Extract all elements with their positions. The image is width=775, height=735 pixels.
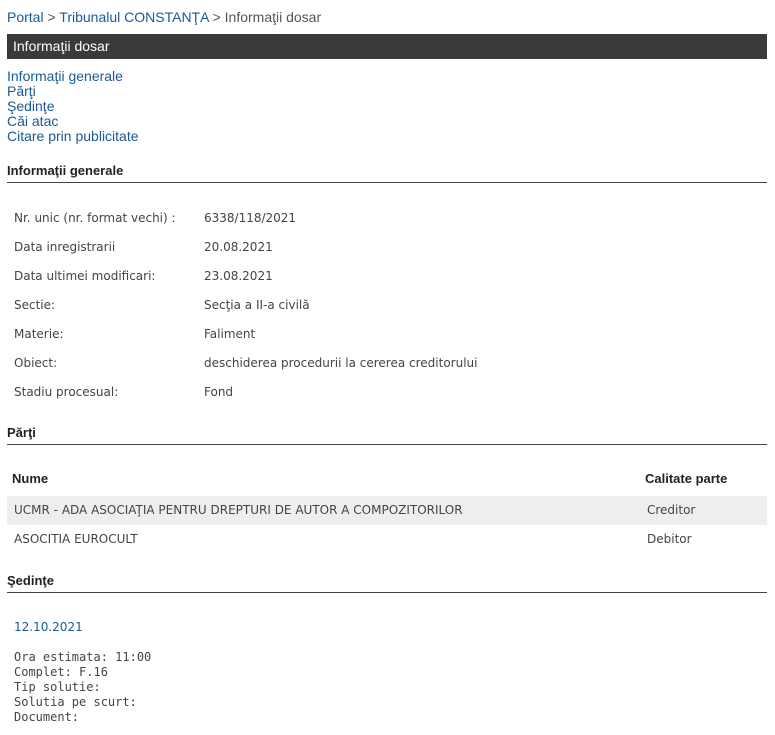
breadcrumb-court-link[interactable]: Tribunalul CONSTANŢA	[59, 9, 208, 25]
sedinta-solutia-pe-scurt: Solutia pe scurt:	[14, 695, 137, 709]
party-name: ASOCITIA EUROCULT	[14, 532, 138, 546]
sedinta-document: Document:	[14, 710, 80, 724]
info-label: Obiect:	[14, 356, 58, 370]
sedinta-date: 12.10.2021	[14, 620, 83, 634]
section-nav: Informaţii generale Părţi Şedinţe Căi at…	[7, 69, 139, 144]
nav-link-citare-publicitate[interactable]: Citare prin publicitate	[7, 128, 139, 144]
breadcrumb-separator: >	[47, 9, 56, 25]
info-value: 6338/118/2021	[204, 211, 297, 225]
page-title: Informaţii dosar	[7, 34, 767, 59]
info-value: 20.08.2021	[204, 240, 273, 254]
section-heading-informatii-generale: Informaţii generale	[7, 163, 767, 183]
column-header-nume: Nume	[12, 471, 49, 486]
nav-link-parti[interactable]: Părţi	[7, 83, 36, 99]
section-heading-sedinte: Şedinţe	[7, 573, 767, 593]
info-label: Stadiu procesual:	[14, 385, 119, 399]
info-value: Fond	[204, 385, 234, 399]
party-name: UCMR - ADA ASOCIAŢIA PENTRU DREPTURI DE …	[14, 503, 463, 517]
nav-link-sedinte[interactable]: Şedinţe	[7, 98, 54, 114]
sedinta-tip-solutie: Tip solutie:	[14, 680, 101, 694]
nav-link-informatii-generale[interactable]: Informaţii generale	[7, 68, 123, 84]
table-row: UCMR - ADA ASOCIAŢIA PENTRU DREPTURI DE …	[7, 496, 767, 525]
info-value: Secţia a II-a civilă	[204, 298, 310, 312]
info-label: Nr. unic (nr. format vechi) :	[14, 211, 176, 225]
info-value: deschiderea procedurii la cererea credit…	[204, 356, 478, 370]
party-role: Creditor	[647, 503, 696, 517]
party-role: Debitor	[647, 532, 692, 546]
info-label: Data inregistrarii	[14, 240, 116, 254]
sedinta-details: Ora estimata: 11:00 Complet: F.16 Tip so…	[14, 650, 151, 725]
info-value: Faliment	[204, 327, 256, 341]
breadcrumb-portal-link[interactable]: Portal	[7, 9, 44, 25]
sedinta-complet: Complet: F.16	[14, 665, 108, 679]
breadcrumb-current: Informaţii dosar	[224, 9, 322, 25]
info-value: 23.08.2021	[204, 269, 273, 283]
nav-link-cai-atac[interactable]: Căi atac	[7, 113, 58, 129]
info-label: Sectie:	[14, 298, 56, 312]
breadcrumb-separator: >	[212, 9, 221, 25]
column-header-calitate: Calitate parte	[645, 471, 728, 486]
breadcrumb: Portal > Tribunalul CONSTANŢA > Informaţ…	[7, 9, 321, 25]
sedinta-ora: Ora estimata: 11:00	[14, 650, 152, 664]
info-label: Materie:	[14, 327, 64, 341]
info-label: Data ultimei modificari:	[14, 269, 156, 283]
table-row: ASOCITIA EUROCULT Debitor	[7, 525, 767, 554]
section-heading-parti: Părţi	[7, 425, 767, 445]
